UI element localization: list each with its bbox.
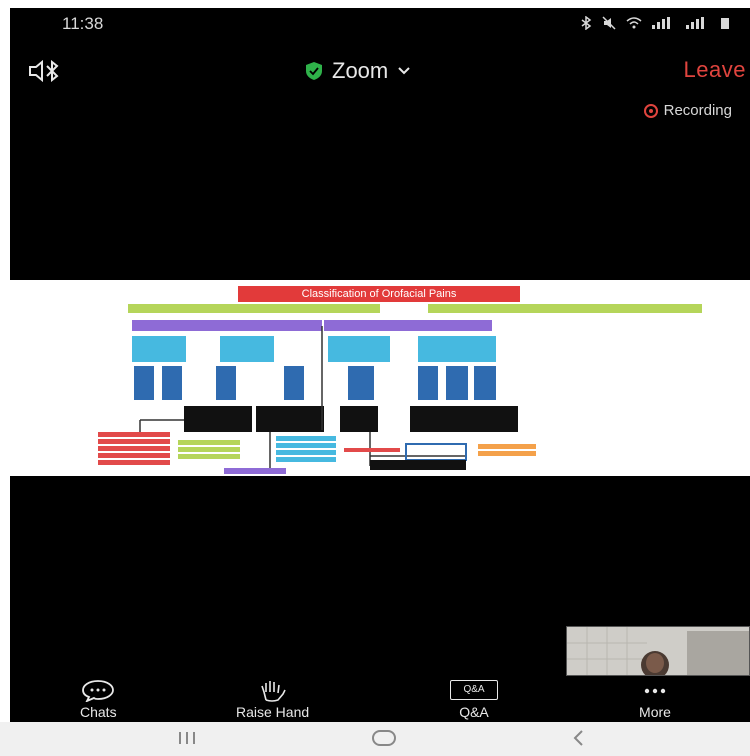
leave-button[interactable]: Leave	[684, 57, 746, 83]
qa-label: Q&A	[459, 704, 489, 720]
system-navigation-bar	[0, 722, 750, 756]
signal-icon	[652, 17, 670, 29]
chevron-down-icon	[398, 67, 410, 75]
more-icon	[644, 688, 666, 694]
speaker-bluetooth-icon[interactable]	[28, 60, 62, 82]
raise-hand-label: Raise Hand	[236, 704, 310, 720]
more-label: More	[639, 704, 671, 720]
more-button[interactable]: More	[638, 680, 672, 720]
chats-label: Chats	[80, 704, 117, 720]
status-icons	[580, 16, 730, 30]
recording-icon	[643, 103, 658, 118]
qa-button[interactable]: Q&A Q&A	[450, 680, 498, 720]
home-icon[interactable]	[370, 728, 398, 748]
shield-icon	[306, 62, 322, 80]
slide-title: Classification of Orofacial Pains	[238, 286, 520, 302]
chat-icon	[82, 680, 115, 702]
participant-video	[567, 627, 749, 675]
screen: 11:38 Zoom Leave Recording Classificatio…	[0, 0, 750, 756]
mute-icon	[602, 16, 616, 30]
signal-icon-2	[686, 17, 704, 29]
meeting-toolbar: Chats Raise Hand Q&A Q&A More	[10, 680, 750, 722]
recording-indicator[interactable]: Recording	[643, 102, 732, 119]
raise-hand-button[interactable]: Raise Hand	[236, 680, 309, 720]
slide-diagram	[98, 304, 702, 474]
recent-apps-icon[interactable]	[176, 728, 198, 748]
wifi-icon	[626, 17, 642, 29]
meeting-title-text: Zoom	[332, 58, 389, 83]
battery-icon	[721, 18, 729, 29]
shared-slide: Classification of Orofacial Pains	[10, 280, 750, 476]
status-time: 11:38	[62, 14, 104, 33]
meeting-title[interactable]: Zoom	[306, 58, 410, 84]
zoom-meeting-view: 11:38 Zoom Leave Recording Classificatio…	[10, 8, 750, 722]
qa-icon: Q&A	[450, 680, 498, 700]
back-icon[interactable]	[570, 728, 586, 748]
bluetooth-icon	[581, 16, 592, 30]
raise-hand-icon	[260, 681, 286, 702]
chats-button[interactable]: Chats	[80, 680, 117, 720]
recording-label: Recording	[663, 102, 732, 119]
self-video-thumbnail[interactable]	[566, 626, 750, 676]
